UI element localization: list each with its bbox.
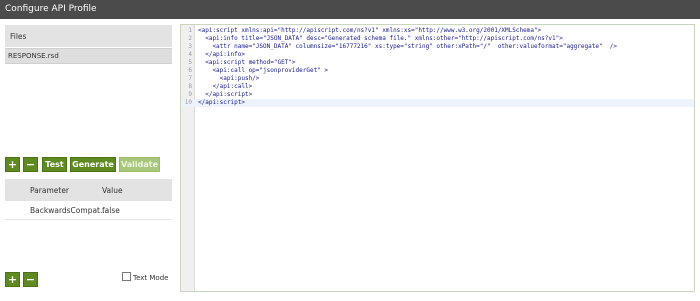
- add-parameter-button[interactable]: +: [5, 272, 20, 287]
- code-line: 6 <api:call op="jsonproviderGet" >: [181, 67, 694, 75]
- table-row[interactable]: BackwardsCompat... false: [5, 201, 172, 220]
- remove-file-button[interactable]: −: [23, 157, 38, 172]
- window-title: Configure API Profile: [5, 4, 97, 14]
- code-line-text: </api:script>: [198, 91, 253, 98]
- text-mode-toggle[interactable]: Text Mode: [122, 272, 168, 282]
- code-line: 4 </api:info>: [181, 51, 694, 59]
- line-number: 2: [188, 35, 192, 42]
- code-line-text: <attr name="JSON_DATA" columnsize="16777…: [198, 43, 618, 50]
- line-number: 5: [188, 59, 192, 66]
- validate-button[interactable]: Validate: [119, 157, 160, 172]
- test-button[interactable]: Test: [42, 157, 67, 172]
- code-line: 2 <api:info title="JSON_DATA" desc="Gene…: [181, 35, 694, 43]
- column-header-value: Value: [102, 186, 123, 195]
- parameters-table: Parameter Value BackwardsCompat... false: [5, 179, 172, 220]
- line-number: 9: [188, 91, 192, 98]
- line-number: 4: [188, 51, 192, 58]
- file-item-label: RESPONSE.rsd: [8, 52, 59, 60]
- parameter-name-cell: BackwardsCompat...: [30, 206, 108, 215]
- code-line-text: <api:script method="GET">: [198, 59, 296, 66]
- code-line-text: <api:call op="jsonproviderGet" >: [198, 67, 329, 74]
- code-line: 7 <api:push/>: [181, 75, 694, 83]
- text-mode-checkbox[interactable]: [122, 272, 131, 281]
- code-line: 1 <api:script xmlns:api="http://apiscript…: [181, 27, 694, 35]
- parameters-table-header: Parameter Value: [5, 179, 172, 201]
- files-header-label: Files: [10, 32, 27, 41]
- line-number: 6: [188, 67, 192, 74]
- files-header: Files: [5, 25, 172, 47]
- line-number: 7: [188, 75, 192, 82]
- code-line: 3 <attr name="JSON_DATA" columnsize="167…: [181, 43, 694, 51]
- code-line-text: <api:script xmlns:api="http://apiscript.…: [198, 27, 542, 34]
- left-panel: Files RESPONSE.rsd + − Test Generate Val…: [0, 19, 180, 301]
- code-line-text: <api:push/>: [198, 75, 260, 82]
- column-header-parameter: Parameter: [30, 186, 70, 195]
- code-line-text: </api:info>: [198, 51, 245, 58]
- line-number: 8: [188, 83, 192, 90]
- code-editor[interactable]: 1 <api:script xmlns:api="http://apiscript…: [180, 24, 695, 292]
- code-line: 8 </api:call>: [181, 83, 694, 91]
- text-mode-label: Text Mode: [133, 274, 169, 282]
- code-line-text: </api:call>: [198, 83, 253, 90]
- code-line-text: </api:script>: [198, 99, 245, 106]
- code-line: 9 </api:script>: [181, 91, 694, 99]
- parameter-value-cell[interactable]: false: [102, 206, 120, 215]
- window-titlebar: Configure API Profile: [0, 0, 700, 19]
- code-line-text: <api:info title="JSON_DATA" desc="Genera…: [198, 35, 563, 42]
- file-item-response-rsd[interactable]: RESPONSE.rsd: [5, 48, 172, 64]
- add-file-button[interactable]: +: [5, 157, 20, 172]
- line-number: 10: [184, 99, 192, 106]
- generate-button[interactable]: Generate: [70, 157, 116, 172]
- code-line: 5 <api:script method="GET">: [181, 59, 694, 67]
- line-number: 1: [188, 27, 192, 34]
- line-number: 3: [188, 43, 192, 50]
- code-line-active: 10 </api:script>: [181, 99, 694, 107]
- remove-parameter-button[interactable]: −: [23, 272, 38, 287]
